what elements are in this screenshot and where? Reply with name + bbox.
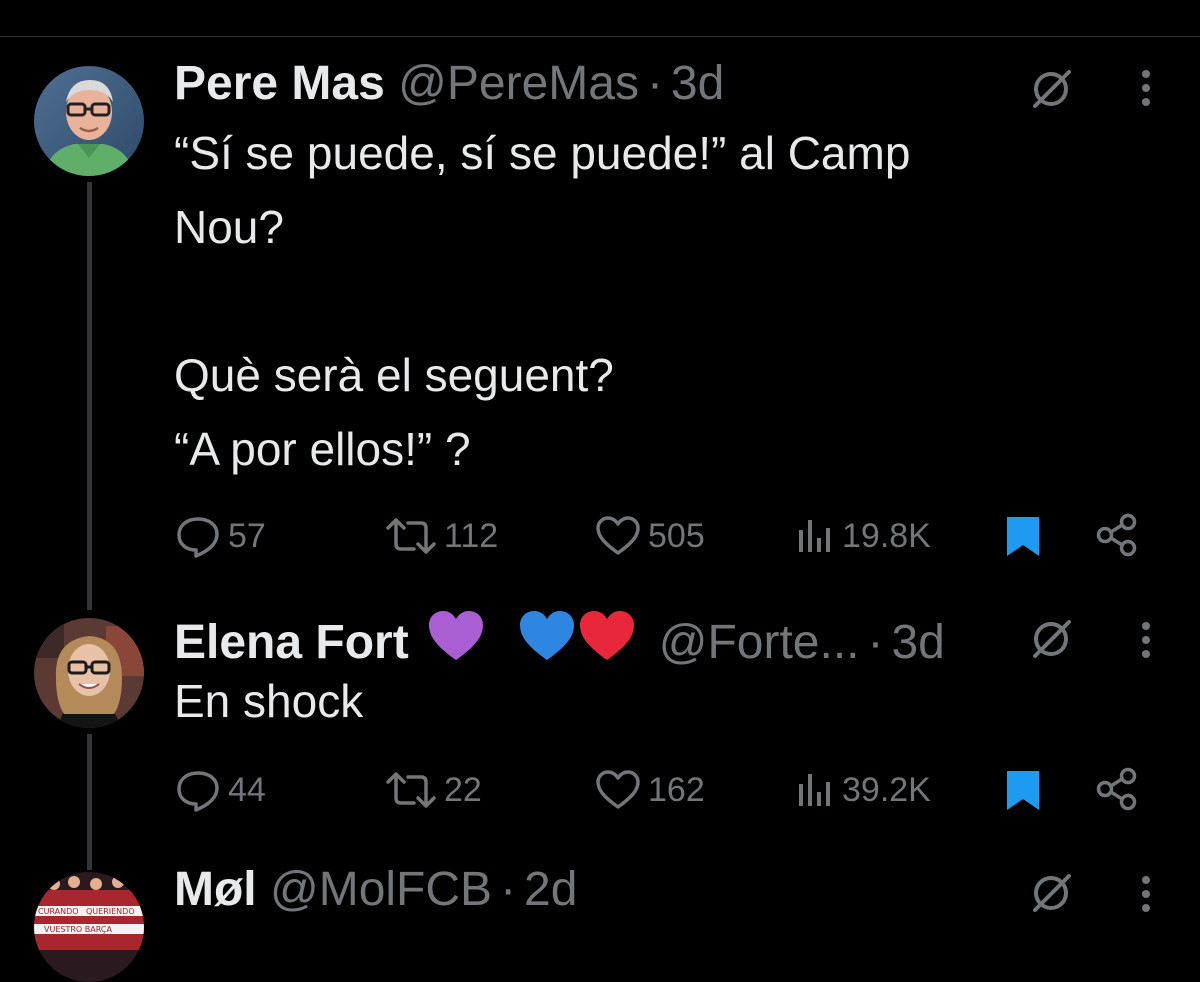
thread-line (87, 734, 92, 870)
tweet-header: Møl @MolFCB · 2d (174, 862, 577, 918)
timestamp[interactable]: 2d (524, 863, 577, 916)
tweet-actions: 44 22 162 39.2K (174, 766, 1154, 814)
tweet-mol[interactable]: CURANDO QUERIENDO VUESTRO BARÇA Møl @Mol… (0, 860, 1200, 982)
avatar-man-glasses-icon (34, 66, 144, 176)
purple-heart-icon (429, 611, 484, 660)
tweet-text: “Sí se puede, sí se puede!” al Camp Nou?… (174, 127, 911, 475)
like-count: 505 (648, 516, 705, 555)
reply-button[interactable]: 57 (174, 512, 266, 560)
share-icon[interactable] (1094, 512, 1140, 558)
blue-heart-icon (520, 611, 575, 660)
like-button[interactable]: 505 (594, 512, 705, 560)
heart-icon (596, 516, 640, 555)
tweet-elena-fort[interactable]: Elena Fort @Forte... · 3d En shock 44 22 1… (0, 600, 1200, 870)
like-button[interactable]: 162 (594, 766, 705, 814)
views-count: 39.2K (842, 770, 931, 809)
reply-icon (177, 771, 219, 812)
separator-dot: · (500, 863, 517, 916)
more-options-icon[interactable] (1140, 68, 1152, 108)
display-name[interactable]: Møl (174, 863, 257, 916)
user-handle[interactable]: @MolFCB (270, 863, 492, 916)
heart-icon (596, 770, 640, 809)
reply-count: 44 (228, 770, 266, 809)
red-heart-icon (580, 611, 635, 660)
reply-button[interactable]: 44 (174, 766, 266, 814)
reply-icon (177, 517, 219, 558)
repost-icon (386, 518, 436, 554)
tweet-header: Pere Mas @PereMas · 3d (174, 56, 724, 112)
views-count: 19.8K (842, 516, 931, 555)
timestamp[interactable]: 3d (671, 57, 724, 110)
views-icon (799, 520, 830, 552)
display-name[interactable]: Elena Fort (174, 616, 409, 669)
grok-icon[interactable] (1030, 616, 1074, 660)
user-handle[interactable]: @PereMas (398, 57, 639, 110)
reply-count: 57 (228, 516, 266, 555)
separator-dot: · (867, 616, 884, 669)
banner-text-2: QUERIENDO (86, 907, 135, 916)
timestamp[interactable]: 3d (891, 616, 944, 669)
views-button[interactable]: 19.8K (796, 512, 931, 560)
repost-button[interactable]: 112 (384, 512, 498, 560)
user-handle[interactable]: @Forte... (659, 616, 860, 669)
avatar[interactable] (34, 66, 144, 176)
avatar-barca-banner-icon: CURANDO QUERIENDO VUESTRO BARÇA (34, 872, 144, 982)
more-options-icon[interactable] (1140, 620, 1152, 660)
grok-icon[interactable] (1030, 66, 1074, 110)
like-count: 162 (648, 770, 705, 809)
tweet-header: Elena Fort @Forte... · 3d (174, 608, 945, 671)
bookmark-filled-icon[interactable] (1004, 514, 1042, 558)
repost-button[interactable]: 22 (384, 766, 482, 814)
views-icon (799, 774, 830, 806)
grok-icon[interactable] (1030, 870, 1074, 914)
separator-dot: · (646, 57, 663, 110)
banner-text-1: CURANDO (38, 907, 79, 916)
display-name[interactable]: Pere Mas (174, 57, 385, 110)
banner-text-3: VUESTRO BARÇA (44, 925, 112, 934)
repost-count: 112 (444, 516, 499, 555)
bookmark-filled-icon[interactable] (1004, 768, 1042, 812)
share-icon[interactable] (1094, 766, 1140, 812)
thread-line (87, 182, 92, 610)
avatar[interactable] (34, 618, 144, 728)
views-button[interactable]: 39.2K (796, 766, 931, 814)
repost-icon (386, 772, 436, 808)
tweet-pere-mas[interactable]: Pere Mas @PereMas · 3d “Sí se puede, sí se… (0, 0, 1200, 610)
tweet-actions: 57 112 505 19.8K (174, 512, 1154, 560)
repost-count: 22 (444, 770, 482, 809)
avatar-woman-glasses-icon (34, 618, 144, 728)
avatar[interactable]: CURANDO QUERIENDO VUESTRO BARÇA (34, 872, 144, 982)
more-options-icon[interactable] (1140, 874, 1152, 914)
tweet-text: En shock (174, 675, 364, 727)
